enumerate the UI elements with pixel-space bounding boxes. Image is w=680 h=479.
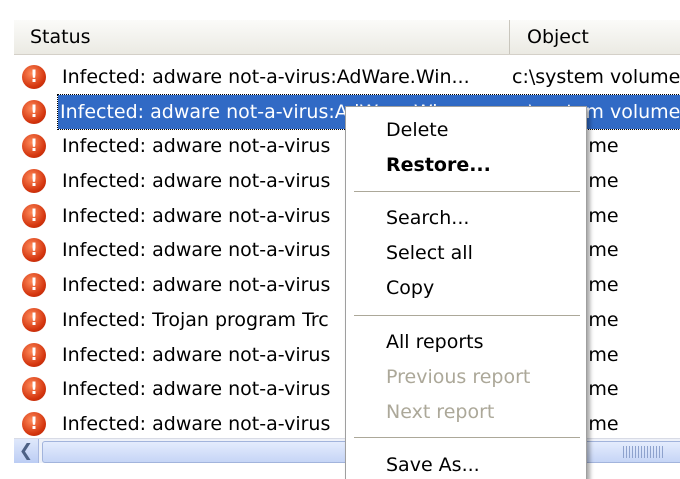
menu-separator [354,191,580,192]
menu-item-delete[interactable]: Delete [386,119,448,141]
context-menu: Delete Restore... Search... Select all C… [345,106,587,479]
menu-item-previous-report: Previous report [386,366,531,388]
exclamation-icon: ! [22,203,46,228]
column-header-object[interactable]: Object [511,20,680,54]
list-header: Status Object [14,20,680,55]
exclamation-icon: ! [22,273,46,298]
row-status: Infected: adware not-a-virus:AdWare.Win.… [62,66,470,88]
exclamation-icon: ! [22,377,46,402]
row-status: Infected: adware not-a-virus [62,412,331,435]
menu-separator [354,437,580,438]
menu-item-select-all[interactable]: Select all [386,242,473,264]
row-status: Infected: adware not-a-virus [62,378,331,401]
row-status: Infected: adware not-a-virus [62,170,331,193]
exclamation-icon: ! [22,342,46,367]
row-object: c:\system volume [512,66,680,88]
exclamation-icon: ! [22,99,46,124]
exclamation-icon: ! [22,134,46,159]
row-status: Infected: adware not-a-virus [62,343,331,366]
menu-item-next-report: Next report [386,401,495,423]
menu-item-search[interactable]: Search... [386,207,469,229]
exclamation-icon: ! [22,65,46,89]
menu-item-restore[interactable]: Restore... [386,154,491,176]
menu-item-save-as[interactable]: Save As... [386,454,480,476]
exclamation-icon: ! [22,169,46,194]
scroll-left-button[interactable]: ❮ [14,439,39,463]
menu-separator [354,315,580,316]
scrollbar-grip [623,446,663,458]
row-status: Infected: adware not-a-virus [62,204,331,227]
chevron-left-icon: ❮ [18,441,34,461]
column-header-status[interactable]: Status [14,20,510,54]
row-status: Infected: Trojan program Trc [62,308,329,331]
menu-item-all-reports[interactable]: All reports [386,331,484,353]
exclamation-icon: ! [22,411,46,436]
menu-item-copy[interactable]: Copy [386,277,434,299]
row-status: Infected: adware not-a-virus [62,274,331,297]
row-status: Infected: adware not-a-virus [62,135,331,158]
row-status: Infected: adware not-a-virus [62,239,331,262]
exclamation-icon: ! [22,238,46,263]
exclamation-icon: ! [22,307,46,332]
report-window: Status Object ! Infected: adware not-a-vi… [0,0,680,479]
table-row[interactable]: ! Infected: adware not-a-virus:AdWare.Win… [14,60,680,95]
